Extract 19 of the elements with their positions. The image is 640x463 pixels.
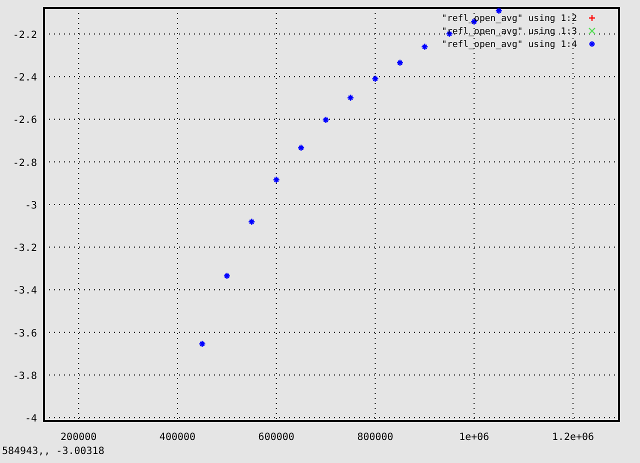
legend-label: "refl_open_avg" using 1:4 [442,40,577,50]
y-tick-label: -2.6 [12,115,37,126]
y-tick-label: -3.4 [12,286,37,297]
y-tick-label: -2.4 [12,72,37,84]
x-tick-label: 600000 [258,432,294,443]
x-tick-label: 200000 [60,432,97,443]
y-tick-label: -2.2 [12,30,37,41]
x-tick-label: 400000 [159,432,196,443]
x-tick-label: 1e+06 [459,432,490,443]
y-tick-label: -3 [24,200,37,212]
x-tick-label: 800000 [357,432,394,443]
cursor-coordinates: 584943,, -3.00318 [1,445,106,459]
y-tick-label: -4 [24,414,37,425]
y-tick-label: -3.8 [12,370,37,382]
y-tick-label: -3.2 [12,243,37,254]
x-tick-label: 1.2e+06 [552,432,594,443]
y-tick-label: -3.6 [12,328,37,340]
legend-label: "refl_open_avg" using 1:2 [442,14,577,24]
y-tick-label: -2.8 [12,158,37,169]
